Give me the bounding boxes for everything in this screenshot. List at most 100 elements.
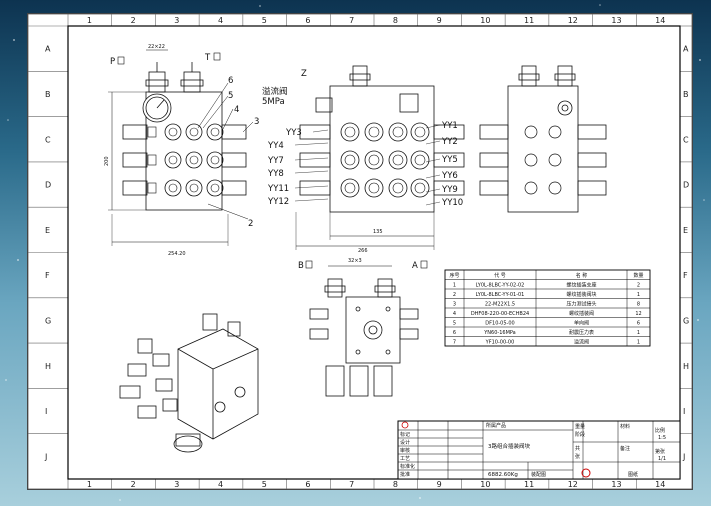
bom-cell: 3 <box>453 302 456 308</box>
zone-col-label-top: 2 <box>131 16 136 25</box>
zone-col-label-top: 11 <box>524 16 534 25</box>
bom-cell: 压力测试接头 <box>566 301 596 308</box>
solenoid-label-left: YY7 <box>267 156 284 166</box>
bom-cell: 1 <box>637 340 640 346</box>
solenoid-label-left: YY4 <box>267 141 284 151</box>
bom-cell: 2 <box>453 292 456 298</box>
item-z: Z <box>301 69 307 79</box>
title-block-cell: 设计 <box>400 439 410 446</box>
zone-row-label-right: E <box>683 226 688 235</box>
title-block-cell: 材料 <box>620 423 630 430</box>
zone-col-label-bottom: 2 <box>131 480 136 489</box>
bom-cell: 单向阀 <box>574 320 589 327</box>
title-block-cell: 备注 <box>620 445 630 452</box>
bom-cell: 螺纹插装阀 <box>569 310 594 317</box>
zone-col-label-top: 12 <box>568 16 578 25</box>
zone-col-label-top: 7 <box>349 16 354 25</box>
bom-cell: 8 <box>637 302 640 308</box>
zone-col-label-top: 14 <box>655 16 665 25</box>
title-block-cell: 重量 <box>575 423 585 430</box>
zone-col-label-top: 9 <box>437 16 442 25</box>
bom-cell: 22-M22X1.5 <box>485 302 515 308</box>
zone-col-label-top: 10 <box>480 16 490 25</box>
bom-cell: DHF08-220-00-ECHB24 <box>471 311 529 317</box>
title-block-cell: 审核 <box>400 447 410 454</box>
balloon-5: 5 <box>228 91 233 101</box>
bottom-dim-top: 32×3 <box>348 258 362 264</box>
front-dim-height: 200 <box>104 156 110 166</box>
bom-cell: 6 <box>453 330 456 336</box>
zone-col-label-bottom: 1 <box>87 480 92 489</box>
solenoid-label-right: YY2 <box>441 137 458 147</box>
title-block-cell: 共 <box>575 445 580 452</box>
zone-row-label-left: E <box>45 226 50 235</box>
zone-col-label-top: 6 <box>305 16 310 25</box>
title-company: 所属产品 <box>486 422 506 429</box>
port-a-label: A <box>412 261 418 271</box>
drawing-canvas: 11223344556677889910101111121213131414A A… <box>28 14 692 489</box>
solenoid-label-right: YY5 <box>441 155 458 165</box>
balloon-6: 6 <box>228 76 233 86</box>
zone-row-label-left: G <box>45 316 51 325</box>
zone-col-label-bottom: 10 <box>480 480 490 489</box>
zone-col-label-bottom: 11 <box>524 480 534 489</box>
title-block-cell: 批准 <box>400 471 410 478</box>
bom-cell: 7 <box>453 340 456 346</box>
bom-cell: LY0L-8LBC-YY-02-02 <box>476 283 525 289</box>
bom-table: 序号 代 号 名 称 数量 1 LY0L-8LBC-YY-02-02 螺纹插装支座 2 2 LY0… <box>444 269 651 347</box>
zone-row-label-left: H <box>45 362 51 371</box>
zone-row-label-left: F <box>45 271 50 280</box>
bom-cell: 1 <box>637 292 640 298</box>
bom-cell: 2 <box>637 283 640 289</box>
bom-cell: 螺纹插装阀块 <box>566 291 596 298</box>
title-block-cell: 图纸 <box>628 471 638 478</box>
bom-cell: 1 <box>453 283 456 289</box>
bom-cell: LY0L-8LBC-YY-01-01 <box>476 292 525 298</box>
solenoid-label-left: YY3 <box>285 128 302 138</box>
zone-row-label-right: C <box>683 135 689 144</box>
relief-valve-label: 溢流阀 <box>262 86 288 97</box>
bom-cell: 1 <box>637 330 640 336</box>
bom-cell: 溢流阀 <box>574 339 589 346</box>
zone-row-label-left: J <box>44 452 47 461</box>
title-block-cell: 阶段 <box>575 431 585 438</box>
bom-cell: 螺纹插装支座 <box>566 282 596 289</box>
zone-col-label-bottom: 5 <box>262 480 267 489</box>
balloon-3: 3 <box>254 117 259 127</box>
front-dim-width: 254.20 <box>168 251 186 257</box>
zone-col-label-bottom: 4 <box>218 480 223 489</box>
zone-row-label-left: A <box>45 45 51 54</box>
zone-col-label-top: 5 <box>262 16 267 25</box>
bom-cell: YF10-00-00 <box>485 340 515 346</box>
zone-col-label-bottom: 14 <box>655 480 665 489</box>
solenoid-label-left: YY12 <box>267 197 289 207</box>
zone-col-label-bottom: 12 <box>568 480 578 489</box>
zone-row-label-right: F <box>683 271 688 280</box>
title-scale-label: 比例 <box>655 427 665 434</box>
bom-cell: DF10-05-00 <box>485 321 514 327</box>
title-block: 所属产品 3路组合插装阀块 6882.60Kg 比例 1:5 第张 1/1 标记… <box>397 420 681 480</box>
zone-col-label-bottom: 6 <box>305 480 310 489</box>
title-scale-value: 1:5 <box>658 435 666 441</box>
bom-header-cell: 代 号 <box>494 272 506 279</box>
bom-cell: 耐震压力表 <box>569 329 594 336</box>
drawing-sheet: 1 1 2 2 3 3 4 4 5 5 6 6 7 7 8 8 9 9 10 10 11 11 12 12 13 13 14 14 A A… <box>27 13 693 490</box>
title-block-cell: 工艺 <box>400 456 410 462</box>
zone-col-label-top: 1 <box>87 16 92 25</box>
zone-col-label-bottom: 13 <box>611 480 621 489</box>
middle-dim-outer: 266 <box>358 248 368 254</box>
bom-cell: 4 <box>453 311 456 317</box>
title-weight: 6882.60Kg <box>488 472 518 478</box>
solenoid-label-left: YY8 <box>267 169 284 179</box>
solenoid-label-left: YY11 <box>267 184 289 194</box>
zone-row-label-right: H <box>683 362 689 371</box>
middle-dim-inner: 135 <box>373 229 383 235</box>
front-dim-top: 22×22 <box>148 44 165 50</box>
zone-col-label-bottom: 8 <box>393 480 398 489</box>
zone-col-label-bottom: 3 <box>174 480 179 489</box>
zone-col-label-top: 3 <box>174 16 179 25</box>
bom-cell: 6 <box>637 321 640 327</box>
solenoid-label-right: YY10 <box>441 198 463 208</box>
solenoid-label-right: YY9 <box>441 185 458 195</box>
title-block-cell: 张 <box>575 453 580 460</box>
